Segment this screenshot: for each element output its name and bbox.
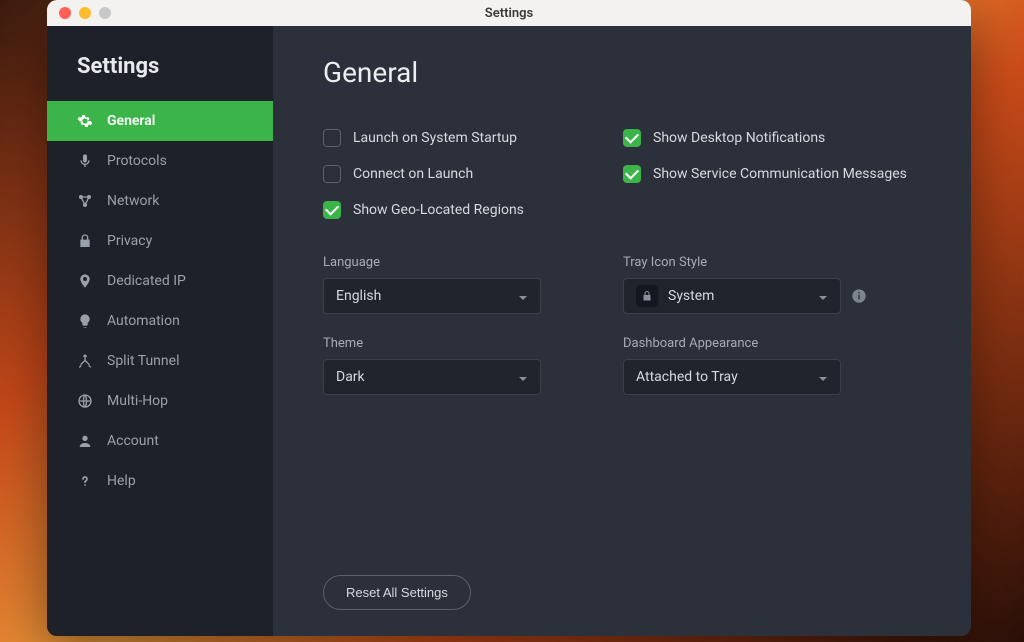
network-icon [77,193,93,209]
settings-window: Settings Settings General Protocols [47,0,971,636]
split-icon [77,353,93,369]
field-tray-icon-style: Tray Icon Style System [623,255,921,314]
sidebar-item-automation[interactable]: Automation [47,301,273,341]
info-icon[interactable] [851,288,867,304]
sidebar-item-multi-hop[interactable]: Multi-Hop [47,381,273,421]
field-label: Tray Icon Style [623,255,921,270]
globe-icon [77,393,93,409]
window-title: Settings [47,6,971,21]
select-section: Language English Tray Icon Style System [323,255,921,395]
content-pane: General Launch on System Startup Show De… [273,26,971,636]
sidebar-item-label: Network [107,193,159,209]
field-label: Theme [323,336,623,351]
checkbox-geo-regions[interactable]: Show Geo-Located Regions [323,201,623,219]
field-label: Language [323,255,623,270]
checkbox-label: Show Service Communication Messages [653,166,907,182]
checkbox-icon [323,129,341,147]
sidebar-item-label: Protocols [107,153,167,169]
maximize-window-button[interactable] [99,7,111,19]
chevron-down-icon [518,372,528,382]
person-icon [77,433,93,449]
checkbox-icon [623,129,641,147]
bulb-icon [77,313,93,329]
checkbox-label: Launch on System Startup [353,130,517,146]
sidebar-item-label: Automation [107,313,180,329]
sidebar-item-network[interactable]: Network [47,181,273,221]
checkbox-connect-on-launch[interactable]: Connect on Launch [323,165,623,183]
checkbox-label: Show Geo-Located Regions [353,202,524,218]
checkbox-section: Launch on System Startup Show Desktop No… [323,129,921,219]
checkbox-launch-startup[interactable]: Launch on System Startup [323,129,623,147]
sidebar-item-label: Help [107,473,136,489]
sidebar-item-label: General [107,113,155,129]
field-dashboard-appearance: Dashboard Appearance Attached to Tray [623,336,921,395]
close-window-button[interactable] [59,7,71,19]
app-body: Settings General Protocols Network [47,26,971,636]
sidebar-item-account[interactable]: Account [47,421,273,461]
lock-icon [77,233,93,249]
gear-icon [77,113,93,129]
select-value: System [668,288,714,304]
chevron-down-icon [518,291,528,301]
lock-icon [636,285,658,307]
checkbox-label: Show Desktop Notifications [653,130,825,146]
question-icon [77,473,93,489]
field-theme: Theme Dark [323,336,623,395]
checkbox-icon [623,165,641,183]
sidebar: Settings General Protocols Network [47,26,273,636]
titlebar: Settings [47,0,971,26]
tray-icon-select[interactable]: System [623,278,841,314]
sidebar-item-general[interactable]: General [47,101,273,141]
sidebar-item-help[interactable]: Help [47,461,273,501]
sidebar-item-dedicated-ip[interactable]: Dedicated IP [47,261,273,301]
select-value: Attached to Tray [636,369,738,385]
sidebar-item-protocols[interactable]: Protocols [47,141,273,181]
page-title: General [323,56,921,89]
sidebar-item-label: Multi-Hop [107,393,168,409]
field-label: Dashboard Appearance [623,336,921,351]
sidebar-title: Settings [47,54,273,101]
checkbox-label: Connect on Launch [353,166,473,182]
chevron-down-icon [818,291,828,301]
checkbox-icon [323,201,341,219]
reset-all-settings-button[interactable]: Reset All Settings [323,575,471,610]
sidebar-item-label: Split Tunnel [107,353,179,369]
select-value: Dark [336,369,365,385]
language-select[interactable]: English [323,278,541,314]
sidebar-item-label: Account [107,433,159,449]
checkbox-service-messages[interactable]: Show Service Communication Messages [623,165,921,183]
sidebar-item-privacy[interactable]: Privacy [47,221,273,261]
mic-icon [77,153,93,169]
minimize-window-button[interactable] [79,7,91,19]
checkbox-desktop-notifications[interactable]: Show Desktop Notifications [623,129,921,147]
pin-icon [77,273,93,289]
window-controls [47,7,111,19]
dashboard-appearance-select[interactable]: Attached to Tray [623,359,841,395]
select-value: English [336,288,381,304]
field-language: Language English [323,255,623,314]
checkbox-icon [323,165,341,183]
theme-select[interactable]: Dark [323,359,541,395]
sidebar-item-split-tunnel[interactable]: Split Tunnel [47,341,273,381]
sidebar-item-label: Dedicated IP [107,273,186,289]
sidebar-item-label: Privacy [107,233,152,249]
chevron-down-icon [818,372,828,382]
